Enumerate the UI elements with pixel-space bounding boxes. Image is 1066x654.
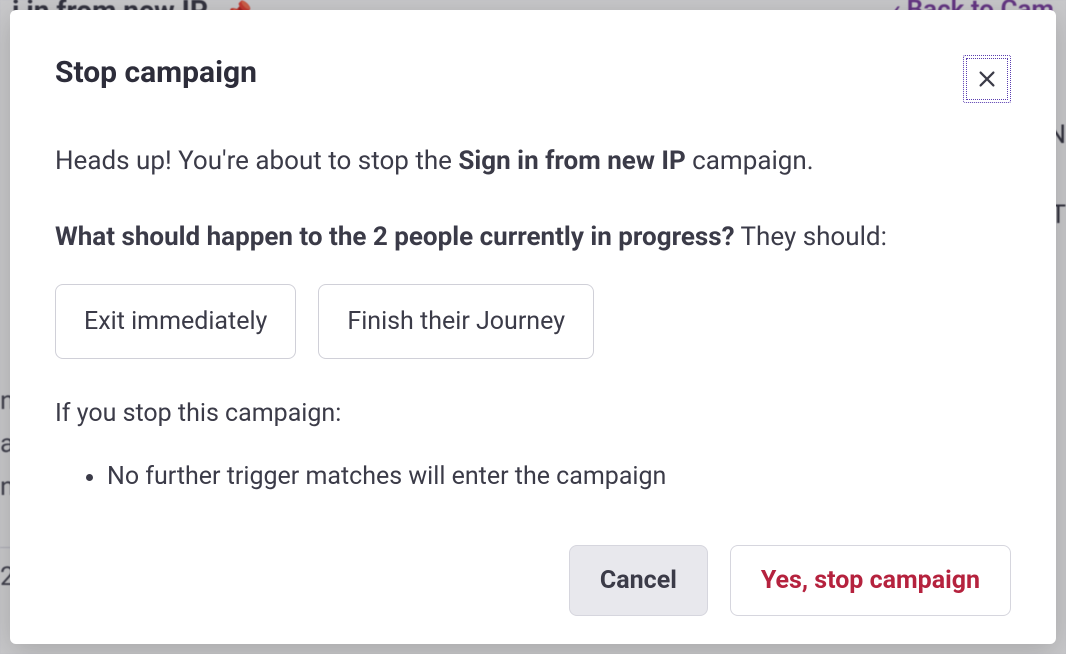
option-group: Exit immediately Finish their Journey [55,284,1011,359]
stop-campaign-modal: Stop campaign Heads up! You're about to … [10,10,1056,644]
consequence-list: No further trigger matches will enter th… [55,462,1011,491]
heads-up-text: Heads up! You're about to stop the Sign … [55,143,1011,179]
campaign-name: Sign in from new IP [458,146,685,176]
option-finish-journey[interactable]: Finish their Journey [318,284,594,359]
modal-footer: Cancel Yes, stop campaign [55,545,1011,616]
question-text: What should happen to the 2 people curre… [55,219,1011,255]
modal-title: Stop campaign [55,55,257,90]
list-item: No further trigger matches will enter th… [107,462,1011,491]
note-intro: If you stop this campaign: [55,399,1011,428]
confirm-stop-button[interactable]: Yes, stop campaign [730,545,1011,616]
close-button[interactable] [963,55,1011,103]
close-icon [976,68,998,90]
option-exit-immediately[interactable]: Exit immediately [55,284,296,359]
cancel-button[interactable]: Cancel [569,545,708,616]
